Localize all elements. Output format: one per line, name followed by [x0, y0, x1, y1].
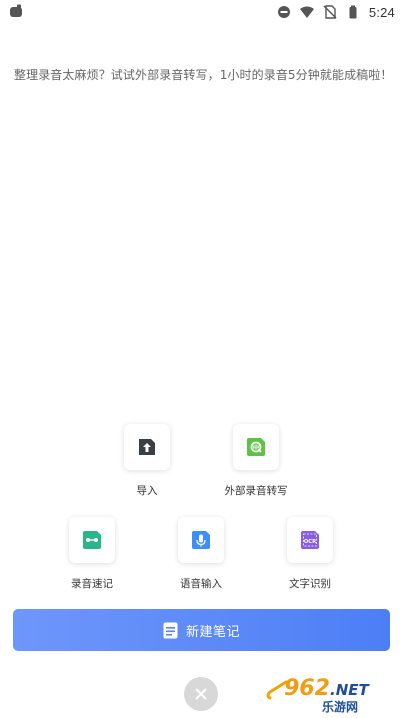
- text-recognition-action[interactable]: OCR 文字识别: [255, 517, 365, 591]
- note-icon: [163, 622, 178, 638]
- external-recording-transcribe-action[interactable]: 外部录音转写: [201, 424, 311, 498]
- new-note-label: 新建笔记: [185, 624, 240, 640]
- site-watermark-logo: 962 .NET 乐游网: [266, 676, 370, 714]
- ocr-icon: OCR: [301, 531, 319, 549]
- svg-text:962: 962: [284, 676, 330, 701]
- text-recognition-label: 文字识别: [289, 578, 331, 590]
- voice-input-action[interactable]: 语音输入: [146, 517, 256, 591]
- status-time: 5:24: [368, 4, 395, 20]
- voice-input-tile[interactable]: [178, 517, 224, 563]
- svg-text:乐游网: 乐游网: [322, 699, 358, 714]
- import-label: 导入: [136, 485, 158, 497]
- no-sim-icon: [323, 5, 337, 19]
- status-bar: 5:24: [0, 0, 403, 24]
- recording-shorthand-icon: [83, 531, 101, 549]
- close-icon: [195, 688, 207, 700]
- microphone-icon: [192, 531, 210, 549]
- close-button[interactable]: [184, 677, 218, 711]
- do-not-disturb-icon: [277, 6, 290, 18]
- recording-transcribe-prompt: 整理录音太麻烦？试试外部录音转写，1小时的录音5分钟就能成稿啦！: [14, 68, 393, 82]
- app-icon: [10, 4, 22, 17]
- external-recording-transcribe-icon: [247, 438, 265, 456]
- external-recording-transcribe-label: 外部录音转写: [224, 485, 288, 497]
- import-tile[interactable]: [124, 424, 170, 470]
- status-icons: 5:24: [277, 3, 395, 21]
- new-note-button[interactable]: 新建笔记: [13, 609, 390, 651]
- recording-shorthand-label: 录音速记: [71, 578, 113, 590]
- recording-shorthand-action[interactable]: 录音速记: [37, 517, 147, 591]
- svg-text:.NET: .NET: [330, 681, 370, 699]
- svg-text:OCR: OCR: [304, 539, 316, 545]
- battery-icon: [349, 5, 357, 19]
- wifi-icon: [299, 6, 314, 18]
- external-recording-transcribe-tile[interactable]: [233, 424, 279, 470]
- import-action[interactable]: 导入: [92, 424, 202, 498]
- voice-input-label: 语音输入: [180, 578, 222, 590]
- text-recognition-tile[interactable]: OCR: [287, 517, 333, 563]
- recording-shorthand-tile[interactable]: [69, 517, 115, 563]
- import-upload-icon: [139, 439, 155, 455]
